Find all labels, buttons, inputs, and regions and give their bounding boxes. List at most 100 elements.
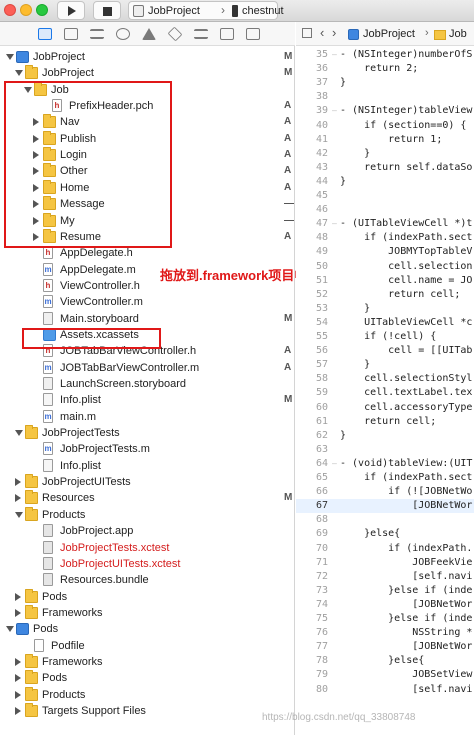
- fold-ribbon-icon[interactable]: —: [332, 457, 337, 471]
- disclosure-open-icon[interactable]: [15, 70, 23, 77]
- run-button[interactable]: [57, 1, 85, 20]
- stop-button[interactable]: [93, 1, 121, 20]
- disclosure-open-icon[interactable]: [15, 511, 23, 518]
- tree-row[interactable]: JobProjectUITests: [0, 474, 295, 490]
- tree-row[interactable]: Products: [0, 686, 295, 703]
- code-line[interactable]: 73 }else if (inde: [296, 584, 474, 598]
- fold-ribbon-icon[interactable]: —: [332, 48, 337, 62]
- code-line[interactable]: 45: [296, 189, 474, 203]
- code-line[interactable]: 58 cell.selectionStyl: [296, 372, 474, 386]
- minimize-window-button[interactable]: [20, 4, 32, 16]
- breakpoint-icon[interactable]: [220, 28, 234, 40]
- scheme-selector[interactable]: JobProject › chestnut: [128, 1, 284, 20]
- code-line[interactable]: 59 cell.textLabel.tex: [296, 386, 474, 400]
- code-line[interactable]: 64 — - (void)tableView:(UIT: [296, 457, 474, 471]
- tree-row[interactable]: Pods: [0, 670, 295, 686]
- tree-row[interactable]: Info.plist: [0, 458, 295, 474]
- warning-icon[interactable]: [142, 28, 156, 40]
- code-line[interactable]: 38: [296, 90, 474, 104]
- zoom-window-button[interactable]: [36, 4, 48, 16]
- jumpbar-project[interactable]: JobProject: [363, 28, 415, 40]
- code-line[interactable]: 75 }else if (inde: [296, 612, 474, 626]
- code-line[interactable]: 78 }else{: [296, 654, 474, 668]
- code-line[interactable]: 57 }: [296, 358, 474, 372]
- code-line[interactable]: 41 return 1;: [296, 133, 474, 147]
- code-line[interactable]: 80 [self.navi: [296, 683, 474, 697]
- related-items-icon[interactable]: [302, 28, 312, 38]
- tree-row[interactable]: Pods: [0, 588, 295, 605]
- code-line[interactable]: 68: [296, 513, 474, 527]
- code-line[interactable]: 37}: [296, 76, 474, 90]
- code-line[interactable]: 65 if (indexPath.sect: [296, 471, 474, 485]
- code-line[interactable]: 56 cell = [[UITab: [296, 344, 474, 358]
- code-line[interactable]: 49 JOBMYTopTableV: [296, 245, 474, 259]
- hierarchy-icon[interactable]: [90, 28, 104, 40]
- tree-row[interactable]: Main.storyboard M: [0, 311, 295, 327]
- tree-row[interactable]: Resources.bundle: [0, 572, 295, 588]
- disclosure-closed-icon[interactable]: [15, 707, 21, 715]
- code-line[interactable]: 54 UITableViewCell *c: [296, 316, 474, 330]
- code-line[interactable]: 66 if (![JOBNetWo: [296, 485, 474, 499]
- disclosure-closed-icon[interactable]: [15, 478, 21, 487]
- tree-row[interactable]: m JOBTabBarViewController.m A: [0, 360, 295, 376]
- disclosure-closed-icon[interactable]: [15, 494, 21, 503]
- back-icon[interactable]: ‹: [320, 25, 324, 40]
- code-line[interactable]: 77 [JOBNetWor: [296, 640, 474, 654]
- code-line[interactable]: 50 cell.selection: [296, 260, 474, 274]
- code-line[interactable]: 74 [JOBNetWor: [296, 598, 474, 612]
- tree-row[interactable]: m main.m: [0, 409, 295, 425]
- disclosure-closed-icon[interactable]: [15, 690, 21, 699]
- code-line[interactable]: 71 JOBFeekVie: [296, 556, 474, 570]
- search-icon[interactable]: [116, 28, 130, 40]
- test-diamond-icon[interactable]: [167, 26, 183, 42]
- code-line[interactable]: 47 — - (UITableViewCell *)t: [296, 217, 474, 231]
- code-line[interactable]: 48 if (indexPath.sect: [296, 231, 474, 245]
- code-line[interactable]: 42 }: [296, 147, 474, 161]
- code-line[interactable]: 55 if (!cell) {: [296, 330, 474, 344]
- tree-row[interactable]: JobProjectUITests.xctest: [0, 556, 295, 572]
- tree-row[interactable]: Podfile: [0, 638, 295, 654]
- tree-row[interactable]: m ViewController.m: [0, 294, 295, 310]
- code-line[interactable]: 60 cell.accessoryType: [296, 401, 474, 415]
- disclosure-closed-icon[interactable]: [15, 674, 21, 683]
- tree-row[interactable]: JobProjectTests.xctest: [0, 540, 295, 556]
- code-line[interactable]: 67 [JOBNetWor: [296, 499, 474, 514]
- tree-row[interactable]: JobProject M: [0, 65, 295, 81]
- code-line[interactable]: 62}: [296, 429, 474, 443]
- code-line[interactable]: 53 }: [296, 302, 474, 316]
- disclosure-open-icon[interactable]: [6, 626, 14, 633]
- tree-row[interactable]: Frameworks: [0, 604, 295, 621]
- tree-row[interactable]: JobProject M: [0, 49, 295, 65]
- code-line[interactable]: 61 return cell;: [296, 415, 474, 429]
- disclosure-open-icon[interactable]: [15, 430, 23, 437]
- jumpbar-folder[interactable]: Job: [449, 28, 467, 40]
- disclosure-closed-icon[interactable]: [15, 608, 21, 617]
- tree-row[interactable]: LaunchScreen.storyboard: [0, 376, 295, 392]
- code-line[interactable]: 46: [296, 203, 474, 217]
- report-icon[interactable]: [246, 28, 260, 40]
- code-line[interactable]: 35 — - (NSInteger)numberOfS: [296, 48, 474, 62]
- tree-row[interactable]: JobProjectTests: [0, 425, 295, 441]
- fold-ribbon-icon[interactable]: —: [332, 104, 337, 118]
- tree-row[interactable]: Info.plist M: [0, 392, 295, 408]
- close-window-button[interactable]: [4, 4, 16, 16]
- tree-row[interactable]: Frameworks: [0, 653, 295, 670]
- code-line[interactable]: 40 if (section==0) {: [296, 119, 474, 133]
- code-line[interactable]: 51 cell.name = JO: [296, 274, 474, 288]
- tree-row[interactable]: JobProject.app: [0, 523, 295, 539]
- code-line[interactable]: 36 return 2;: [296, 62, 474, 76]
- tree-row[interactable]: m JobProjectTests.m: [0, 441, 295, 457]
- folder-icon[interactable]: [38, 28, 52, 40]
- code-line[interactable]: 52 return cell;: [296, 288, 474, 302]
- code-line[interactable]: 43 return self.dataSo: [296, 161, 474, 175]
- disclosure-closed-icon[interactable]: [15, 657, 21, 666]
- code-line[interactable]: 76 NSString *: [296, 626, 474, 640]
- code-line[interactable]: 39 — - (NSInteger)tableView: [296, 104, 474, 118]
- code-line[interactable]: 44}: [296, 175, 474, 189]
- tree-row[interactable]: Targets Support Files: [0, 703, 295, 719]
- tree-row[interactable]: Pods: [0, 621, 295, 637]
- code-line[interactable]: 70 if (indexPath.: [296, 542, 474, 556]
- code-line[interactable]: 69 }else{: [296, 527, 474, 541]
- disclosure-closed-icon[interactable]: [15, 592, 21, 601]
- fold-ribbon-icon[interactable]: —: [332, 217, 337, 231]
